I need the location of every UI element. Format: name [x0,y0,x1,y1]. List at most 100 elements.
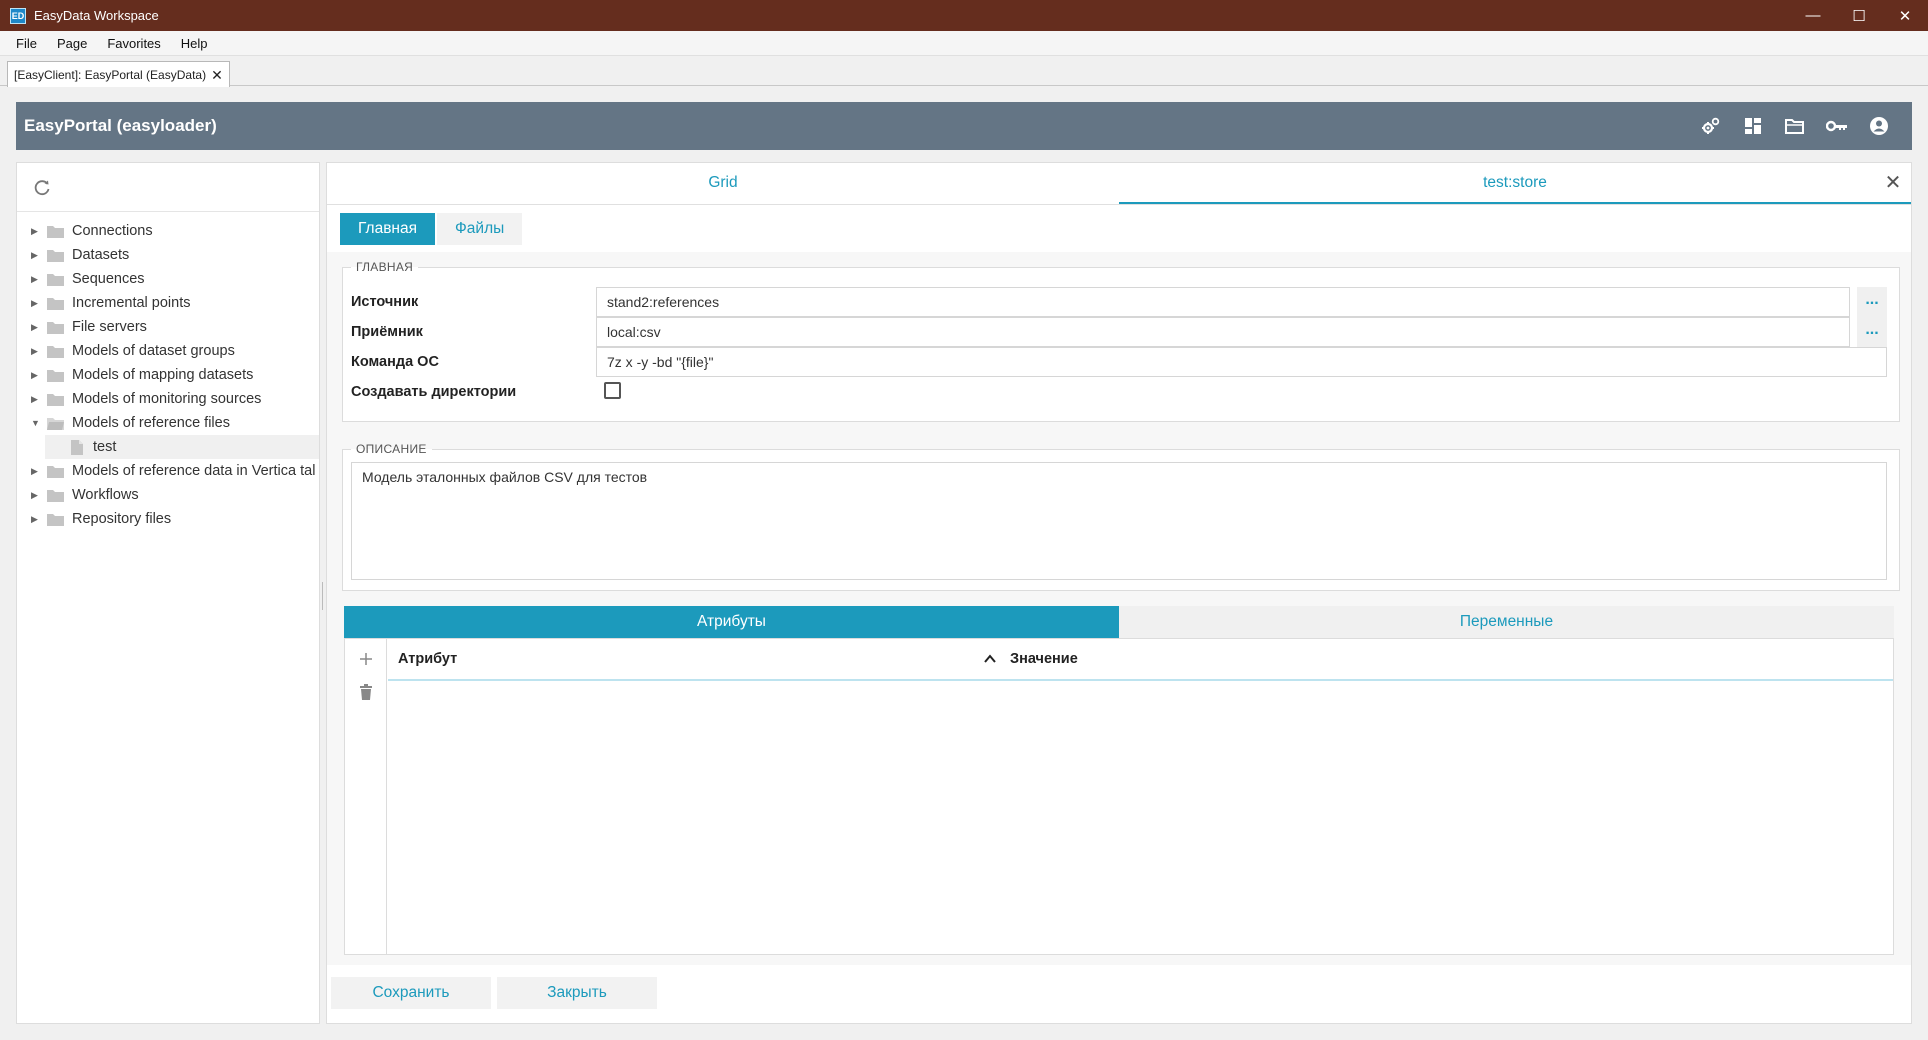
tab-test-store[interactable]: test:store [1119,163,1911,204]
plus-icon [360,653,372,665]
expand-arrow-icon[interactable]: ▶ [17,370,38,381]
expand-arrow-icon[interactable]: ▶ [17,322,38,333]
close-icon[interactable]: ✕ [1883,173,1903,193]
tab-main[interactable]: Главная [340,213,435,245]
section-tabs: Главная Файлы [340,213,524,245]
tree-item-dataset-groups[interactable]: ▶ Models of dataset groups [17,339,319,363]
folder-icon [47,393,64,406]
tree-item-label: Models of mapping datasets [72,367,254,383]
add-row-button[interactable] [356,649,376,669]
folder-icon [47,249,64,262]
header-toolbar [1690,102,1900,150]
document-tab-easyportal[interactable]: [EasyClient]: EasyPortal (EasyData) ✕ [7,61,230,87]
tree-item-label: Connections [72,223,153,239]
editor-panel: Grid test:store ✕ Главная Файлы Главная … [326,162,1912,1024]
tab-grid[interactable]: Grid [327,163,1119,204]
grid-header: Атрибут Значение [388,639,1893,681]
expand-arrow-icon[interactable]: ▶ [17,346,38,357]
app-area: EasyPortal (easyloader) ▶ Connections ▶ … [16,102,1912,1024]
key-icon[interactable] [1816,102,1858,150]
menu-page[interactable]: Page [47,31,97,56]
receiver-browse-button[interactable]: ... [1857,317,1887,347]
folder-icon [47,321,64,334]
sort-ascending-icon[interactable] [982,652,998,666]
tab-attributes[interactable]: Атрибуты [344,606,1119,638]
tree-item-label: Datasets [72,247,130,263]
expand-arrow-icon[interactable]: ▶ [17,250,38,261]
file-icon [71,439,83,455]
tree-item-sequences[interactable]: ▶ Sequences [17,267,319,291]
folder-icon [47,513,64,526]
settings-gears-icon[interactable] [1690,102,1732,150]
tree-item-workflows[interactable]: ▶ Workflows [17,483,319,507]
folder-icon [47,297,64,310]
attributes-grid: Атрибут Значение [344,638,1894,955]
source-field[interactable]: stand2:references [596,287,1850,317]
receiver-field[interactable]: local:csv [596,317,1850,347]
tree-item-vertica-reference-data[interactable]: ▶ Models of reference data in Vertica ta… [17,459,319,483]
source-label: Источник [351,294,419,310]
folder-icon [47,489,64,502]
menu-help[interactable]: Help [171,31,218,56]
command-row: Команда ОС 7z x -y -bd "{file}" [351,347,1887,377]
column-value[interactable]: Значение [1010,639,1078,679]
tree-item-monitoring-sources[interactable]: ▶ Models of monitoring sources [17,387,319,411]
folder-icon [47,465,64,478]
expand-arrow-icon[interactable]: ▶ [17,514,38,525]
expand-arrow-icon[interactable]: ▶ [17,394,38,405]
menu-favorites[interactable]: Favorites [97,31,170,56]
maximize-button[interactable]: ☐ [1836,0,1882,31]
expand-arrow-icon[interactable]: ▶ [17,226,38,237]
expand-arrow-icon[interactable]: ▶ [17,466,38,477]
minimize-button[interactable]: — [1790,0,1836,31]
tree-item-datasets[interactable]: ▶ Datasets [17,243,319,267]
folder-icon [47,369,64,382]
tree-item-label: Models of dataset groups [72,343,235,359]
attribute-tabs: Атрибуты Переменные [344,606,1894,638]
dashboard-icon[interactable] [1732,102,1774,150]
folder-open-icon[interactable] [1774,102,1816,150]
create-dirs-checkbox[interactable] [604,382,621,399]
tree-item-file-servers[interactable]: ▶ File servers [17,315,319,339]
folder-icon [47,345,64,358]
refresh-icon[interactable] [31,177,53,199]
close-button[interactable]: Закрыть [497,977,657,1009]
sidebar-divider [17,211,319,212]
tree-item-label: Models of monitoring sources [72,391,262,407]
tree-item-test[interactable]: test [45,435,319,459]
close-document-tab-icon[interactable]: ✕ [211,63,223,87]
object-tree: ▶ Connections ▶ Datasets ▶ Sequences ▶ I… [17,219,319,531]
document-tab-label: [EasyClient]: EasyPortal (EasyData) [14,67,207,82]
source-row: Источник stand2:references ... [351,287,1887,317]
tree-item-incremental-points[interactable]: ▶ Incremental points [17,291,319,315]
expand-arrow-icon[interactable]: ▶ [17,490,38,501]
close-window-button[interactable]: ✕ [1882,0,1928,31]
description-fieldset-legend: Описание [356,442,427,456]
tab-files[interactable]: Файлы [437,213,523,245]
folder-open-icon [47,417,64,430]
menu-bar: File Page Favorites Help [0,31,1928,56]
source-browse-button[interactable]: ... [1857,287,1887,317]
main-fieldset: Главная Источник stand2:references ... П… [342,260,1900,422]
tree-item-mapping-datasets[interactable]: ▶ Models of mapping datasets [17,363,319,387]
expand-arrow-icon[interactable]: ▶ [17,298,38,309]
description-textarea[interactable]: Модель эталонных файлов CSV для тестов [351,462,1887,580]
form-footer: Сохранить Закрыть [327,971,1911,1023]
collapse-arrow-icon[interactable]: ▼ [17,418,40,428]
tree-item-reference-files[interactable]: ▼ Models of reference files [17,411,319,435]
trash-icon [360,684,372,700]
tree-item-connections[interactable]: ▶ Connections [17,219,319,243]
menu-file[interactable]: File [0,31,47,56]
document-tab-strip: [EasyClient]: EasyPortal (EasyData) ✕ [0,56,1928,87]
os-command-field[interactable]: 7z x -y -bd "{file}" [596,347,1887,377]
expand-arrow-icon[interactable]: ▶ [17,274,38,285]
tab-variables[interactable]: Переменные [1119,606,1894,638]
tree-item-label: Sequences [72,271,145,287]
account-circle-icon[interactable] [1858,102,1900,150]
tree-item-repository-files[interactable]: ▶ Repository files [17,507,319,531]
column-attribute[interactable]: Атрибут [398,639,457,679]
save-button[interactable]: Сохранить [331,977,491,1009]
app-title: EasyPortal (easyloader) [24,116,217,135]
delete-row-button[interactable] [356,682,376,702]
tree-item-label: Repository files [72,511,172,527]
